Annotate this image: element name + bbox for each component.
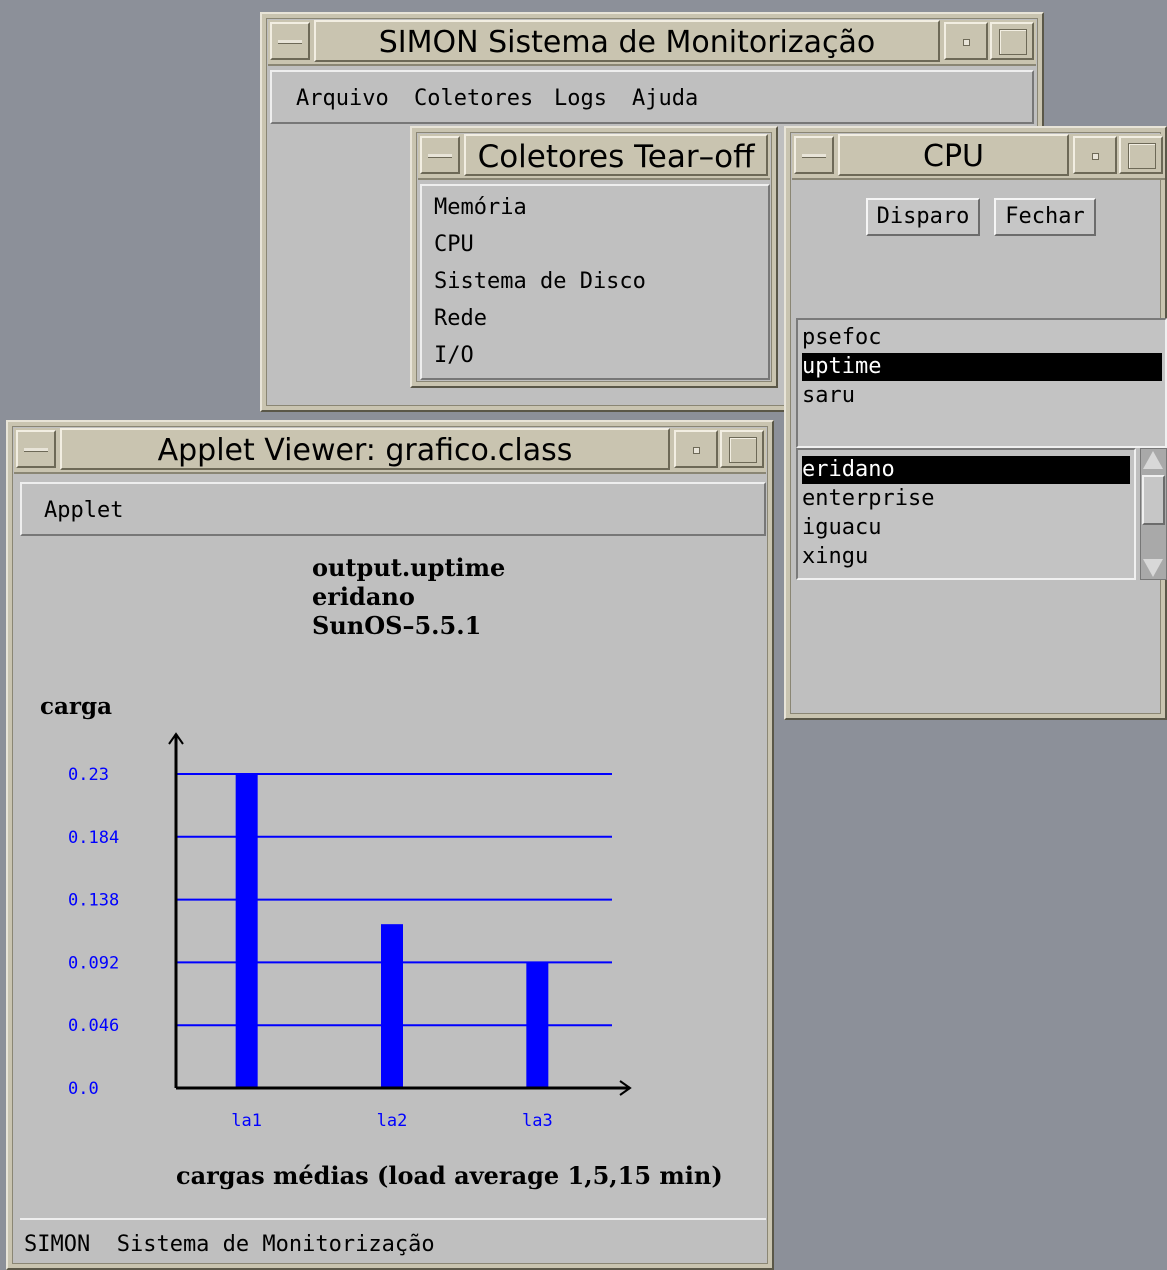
y-tick-label: 0.184 (68, 828, 119, 848)
status-text: SIMON Sistema de Monitorização (24, 1232, 435, 1257)
bar-la2 (381, 924, 403, 1088)
y-axis-label: carga (40, 693, 112, 720)
scroll-thumb[interactable] (1142, 475, 1165, 525)
maximize-button[interactable] (990, 22, 1034, 60)
menu-ajuda[interactable]: Ajuda (632, 86, 698, 111)
y-tick-label: 0.0 (68, 1079, 99, 1099)
y-tick-label: 0.046 (68, 1016, 119, 1036)
window-menu-button[interactable] (420, 136, 460, 174)
cpu-window: CPU Disparo Fechar psefoc uptime saru er… (784, 126, 1167, 720)
main-menubar: Arquivo Coletores Logs Ajuda (270, 70, 1034, 124)
command-item-uptime[interactable]: uptime (802, 353, 1162, 381)
host-item-iguacu[interactable]: iguacu (802, 514, 1130, 542)
chart-ticks: 0.0 0.046 0.092 0.138 0.184 0.23 la1 la2 la3 (68, 765, 553, 1131)
minimize-button[interactable] (944, 22, 988, 60)
tearoff-window-title[interactable]: Coletores Tear–off (464, 134, 768, 176)
collector-item-io[interactable]: I/O (434, 342, 474, 370)
host-item-enterprise[interactable]: enterprise (802, 485, 1130, 513)
bar-la3 (526, 962, 549, 1088)
x-tick-label: la3 (522, 1111, 553, 1131)
x-axis-label: cargas médias (load average 1,5,15 min) (176, 1161, 723, 1190)
minimize-button[interactable] (674, 430, 718, 468)
collector-item-memoria[interactable]: Memória (434, 194, 527, 222)
y-tick-label: 0.23 (68, 765, 109, 785)
command-item-psefoc[interactable]: psefoc (802, 324, 1162, 352)
chart-bars (235, 774, 549, 1088)
command-item-saru[interactable]: saru (802, 382, 1162, 410)
load-average-chart: output.uptime eridano SunOS–5.5.1 carga … (40, 553, 723, 1190)
y-tick-label: 0.092 (68, 953, 119, 973)
host-item-xingu[interactable]: xingu (802, 543, 1130, 571)
cpu-titlebar[interactable]: CPU (792, 134, 1165, 180)
command-list: psefoc uptime saru (796, 318, 1167, 448)
collector-item-disco[interactable]: Sistema de Disco (434, 268, 646, 296)
cpu-window-title[interactable]: CPU (838, 134, 1069, 176)
window-menu-button[interactable] (794, 136, 834, 174)
collector-item-cpu[interactable]: CPU (434, 231, 474, 259)
window-menu-button[interactable] (16, 430, 56, 468)
collector-item-rede[interactable]: Rede (434, 305, 487, 333)
x-tick-label: la2 (377, 1111, 408, 1131)
status-bar: SIMON Sistema de Monitorização (20, 1218, 766, 1262)
main-window-title[interactable]: SIMON Sistema de Monitorização (314, 20, 940, 62)
y-tick-label: 0.138 (68, 891, 119, 911)
menu-logs[interactable]: Logs (554, 86, 607, 111)
chart-title-line-3: SunOS–5.5.1 (312, 611, 481, 640)
applet-window-title[interactable]: Applet Viewer: grafico.class (60, 428, 670, 470)
chart-title-line-1: output.uptime (312, 553, 505, 582)
maximize-button[interactable] (720, 430, 764, 468)
menu-arquivo[interactable]: Arquivo (296, 86, 389, 111)
menu-applet[interactable]: Applet (44, 498, 123, 523)
applet-menubar: Applet (20, 482, 766, 536)
applet-titlebar[interactable]: Applet Viewer: grafico.class (14, 428, 766, 474)
host-list: eridano enterprise iguacu xingu (796, 448, 1136, 580)
fechar-button[interactable]: Fechar (994, 198, 1096, 236)
host-item-eridano[interactable]: eridano (802, 456, 1130, 484)
minimize-button[interactable] (1073, 136, 1117, 174)
tearoff-window: Coletores Tear–off Memória CPU Sistema d… (410, 126, 778, 388)
x-tick-label: la1 (231, 1111, 262, 1131)
host-list-scrollbar[interactable] (1140, 448, 1167, 580)
maximize-button[interactable] (1119, 136, 1163, 174)
scroll-down-arrow-icon[interactable] (1143, 559, 1163, 577)
scroll-up-arrow-icon[interactable] (1143, 451, 1163, 469)
disparo-button[interactable]: Disparo (866, 198, 980, 236)
chart-title-line-2: eridano (312, 582, 415, 611)
tearoff-titlebar[interactable]: Coletores Tear–off (418, 134, 770, 180)
bar-la1 (235, 774, 258, 1088)
main-titlebar[interactable]: SIMON Sistema de Monitorização (268, 20, 1036, 66)
applet-viewer-window: Applet Viewer: grafico.class Applet outp… (6, 420, 774, 1270)
collector-menu: Memória CPU Sistema de Disco Rede I/O (420, 184, 770, 380)
window-menu-button[interactable] (270, 22, 310, 60)
menu-coletores[interactable]: Coletores (414, 86, 533, 111)
